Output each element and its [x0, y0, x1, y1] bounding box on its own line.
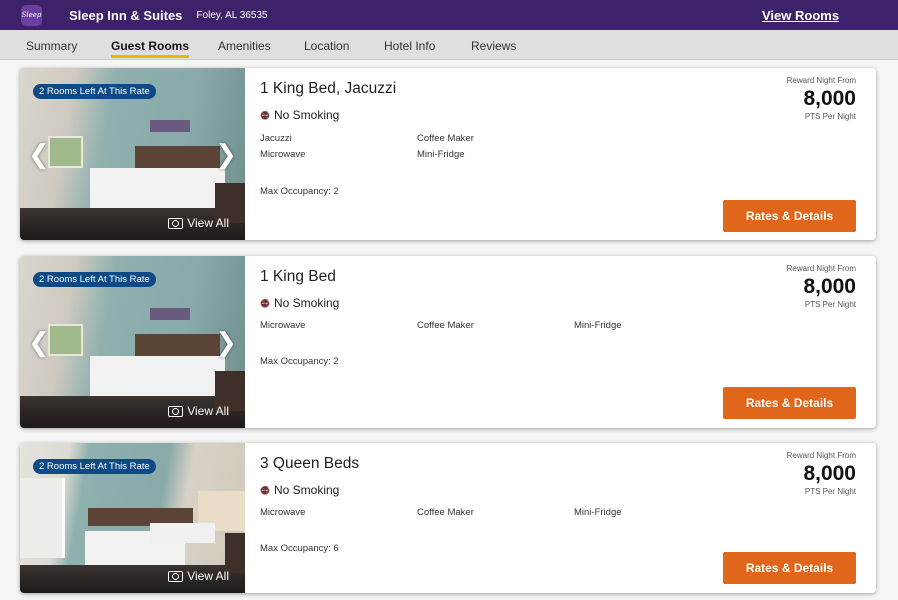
tab-guest-rooms[interactable]: Guest Rooms	[111, 39, 190, 58]
max-occupancy: Max Occupancy: 6	[260, 543, 339, 554]
chevron-left-icon[interactable]: ❮	[28, 329, 50, 355]
reward-label: Reward Night From	[786, 264, 856, 273]
camera-icon	[168, 405, 184, 417]
view-rooms-link[interactable]: View Rooms	[762, 8, 839, 23]
view-all-label: View All	[187, 569, 229, 583]
points-unit: PTS Per Night	[804, 487, 856, 496]
room-title: 1 King Bed, Jacuzzi	[260, 80, 397, 97]
rooms-left-badge: 2 Rooms Left At This Rate	[33, 272, 156, 287]
room-photo[interactable]: 2 Rooms Left At This Rate View All	[20, 443, 245, 593]
smoking-policy: 🚭 No Smoking	[260, 108, 339, 122]
amenity-item: Microwave	[260, 149, 306, 160]
camera-icon	[168, 217, 184, 229]
room-photo[interactable]: 2 Rooms Left At This Rate ❮ ❯ View All	[20, 68, 245, 240]
room-photo[interactable]: 2 Rooms Left At This Rate ❮ ❯ View All	[20, 256, 245, 428]
no-smoking-icon: 🚭	[260, 485, 270, 495]
reward-price: Reward Night From 8,000 PTS Per Night	[787, 451, 856, 496]
tab-summary[interactable]: Summary	[26, 39, 77, 53]
view-all-photos-button[interactable]: View All	[168, 404, 229, 418]
amenity-item: Microwave	[260, 320, 306, 331]
reward-price: Reward Night From 8,000 PTS Per Night	[787, 76, 856, 121]
rates-details-button[interactable]: Rates & Details	[723, 200, 856, 232]
room-title: 1 King Bed	[260, 268, 336, 285]
smoking-policy: 🚭 No Smoking	[260, 483, 339, 497]
rates-details-button[interactable]: Rates & Details	[723, 387, 856, 419]
max-occupancy: Max Occupancy: 2	[260, 356, 339, 367]
logo-text: Sleep	[21, 11, 42, 19]
points-value: 8,000	[803, 275, 856, 298]
no-smoking-icon: 🚭	[260, 110, 270, 120]
view-all-label: View All	[187, 404, 229, 418]
room-card: 2 Rooms Left At This Rate View All 3 Que…	[20, 443, 876, 593]
view-all-label: View All	[187, 216, 229, 230]
smoking-label: No Smoking	[273, 108, 340, 122]
room-card: 2 Rooms Left At This Rate ❮ ❯ View All 1…	[20, 256, 876, 428]
amenity-item: Microwave	[260, 507, 306, 518]
chevron-right-icon[interactable]: ❯	[215, 329, 237, 355]
amenity-item: Mini-Fridge	[574, 320, 622, 331]
points-unit: PTS Per Night	[804, 112, 856, 121]
amenity-item: Jacuzzi	[260, 133, 292, 144]
tab-reviews[interactable]: Reviews	[471, 39, 516, 53]
rooms-left-badge: 2 Rooms Left At This Rate	[33, 84, 156, 99]
reward-price: Reward Night From 8,000 PTS Per Night	[787, 264, 856, 309]
points-unit: PTS Per Night	[804, 300, 856, 309]
hotel-location: Foley, AL 36535	[196, 9, 268, 21]
top-header: Sleep Sleep Inn & Suites Foley, AL 36535…	[0, 0, 898, 30]
room-card: 2 Rooms Left At This Rate ❮ ❯ View All 1…	[20, 68, 876, 240]
chevron-left-icon[interactable]: ❮	[28, 141, 50, 167]
max-occupancy: Max Occupancy: 2	[260, 186, 339, 197]
smoking-label: No Smoking	[273, 296, 340, 310]
amenity-item: Coffee Maker	[417, 133, 474, 144]
tab-hotel-info[interactable]: Hotel Info	[384, 39, 435, 53]
reward-label: Reward Night From	[786, 76, 856, 85]
view-all-photos-button[interactable]: View All	[168, 216, 229, 230]
amenity-item: Coffee Maker	[417, 320, 474, 331]
tab-amenities[interactable]: Amenities	[218, 39, 271, 53]
amenity-item: Coffee Maker	[417, 507, 474, 518]
hotel-name: Sleep Inn & Suites	[69, 7, 183, 23]
sleep-inn-logo[interactable]: Sleep	[21, 4, 42, 26]
no-smoking-icon: 🚭	[260, 298, 270, 308]
points-value: 8,000	[803, 462, 856, 485]
points-value: 8,000	[803, 87, 856, 110]
rates-details-button[interactable]: Rates & Details	[723, 552, 856, 584]
rooms-left-badge: 2 Rooms Left At This Rate	[33, 459, 156, 474]
camera-icon	[168, 570, 184, 582]
room-title: 3 Queen Beds	[260, 455, 360, 472]
amenity-item: Mini-Fridge	[574, 507, 622, 518]
section-tabs: Summary Guest Rooms Amenities Location H…	[0, 30, 898, 60]
smoking-label: No Smoking	[273, 483, 340, 497]
view-all-photos-button[interactable]: View All	[168, 569, 229, 583]
smoking-policy: 🚭 No Smoking	[260, 296, 339, 310]
tab-location[interactable]: Location	[304, 39, 349, 53]
chevron-right-icon[interactable]: ❯	[215, 141, 237, 167]
amenity-item: Mini-Fridge	[417, 149, 465, 160]
reward-label: Reward Night From	[786, 451, 856, 460]
